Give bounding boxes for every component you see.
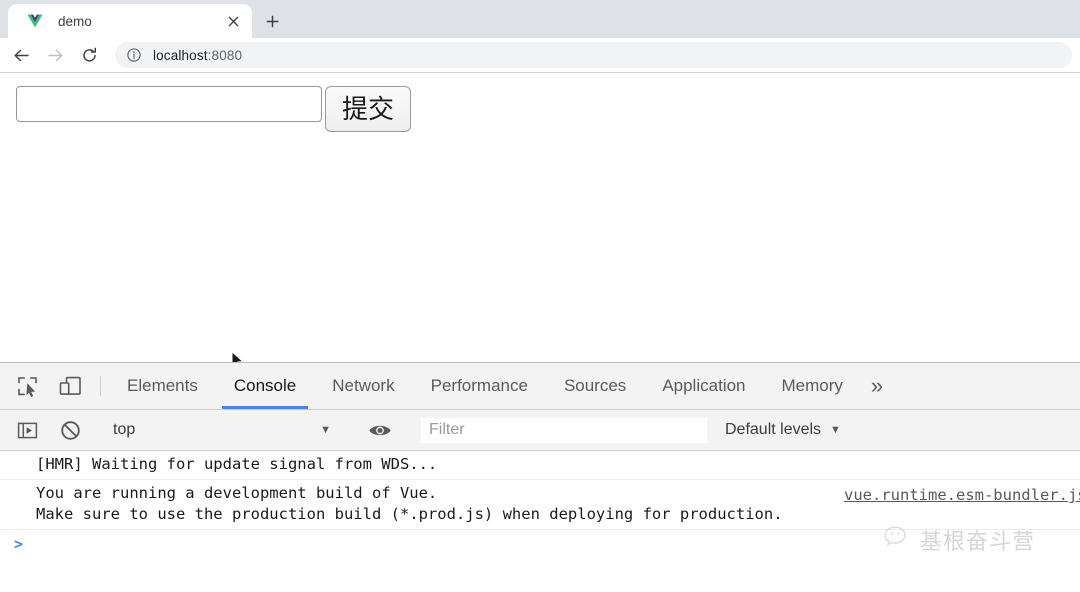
tab-strip: demo xyxy=(0,0,1080,38)
submit-button[interactable]: 提交 xyxy=(325,86,411,132)
prompt-caret-icon: > xyxy=(14,535,24,553)
console-prompt[interactable]: > xyxy=(0,530,1080,553)
address-bar[interactable]: localhost:8080 xyxy=(115,42,1072,68)
toolbar-divider xyxy=(100,376,101,396)
tab-label: Network xyxy=(332,376,395,395)
console-message-text: [HMR] Waiting for update signal from WDS… xyxy=(36,455,438,473)
device-toolbar-icon[interactable] xyxy=(48,363,92,409)
text-input[interactable] xyxy=(16,86,322,122)
tab-sources[interactable]: Sources xyxy=(546,363,644,409)
url-port: :8080 xyxy=(207,47,243,63)
tab-label: Memory xyxy=(781,376,843,395)
page-viewport: 提交 xyxy=(0,72,1080,370)
tab-label: Application xyxy=(662,376,746,395)
tab-label: Performance xyxy=(430,376,528,395)
execution-context-select[interactable]: top ▼ xyxy=(109,410,341,451)
tab-network[interactable]: Network xyxy=(314,363,412,409)
tab-application[interactable]: Application xyxy=(644,363,763,409)
tab-label: Sources xyxy=(563,376,627,395)
tab-elements[interactable]: Elements xyxy=(109,363,216,409)
console-message-row[interactable]: You are running a development build of V… xyxy=(0,480,1080,530)
demo-form: 提交 xyxy=(16,86,411,132)
url-host: localhost xyxy=(153,47,208,63)
live-expression-eye-icon[interactable] xyxy=(358,422,402,439)
chevron-down-icon: ▼ xyxy=(320,424,331,436)
tab-console[interactable]: Console xyxy=(216,363,314,409)
inspect-element-icon[interactable] xyxy=(6,363,48,409)
reload-icon[interactable] xyxy=(74,40,104,70)
log-levels-select[interactable]: Default levels ▼ xyxy=(725,421,841,439)
clear-console-icon[interactable] xyxy=(48,420,92,441)
console-messages: [HMR] Waiting for update signal from WDS… xyxy=(0,451,1080,553)
forward-icon[interactable] xyxy=(40,40,70,70)
devtools-panel: Elements Console Network Performance Sou… xyxy=(0,362,1080,592)
devtools-tabbar: Elements Console Network Performance Sou… xyxy=(0,363,1080,410)
tab-label: Elements xyxy=(127,376,198,395)
chevron-down-icon: ▼ xyxy=(830,424,841,436)
more-tabs-icon[interactable]: » xyxy=(863,363,891,409)
close-icon[interactable] xyxy=(222,10,244,32)
back-icon[interactable] xyxy=(6,40,36,70)
browser-tab-demo[interactable]: demo xyxy=(8,4,252,38)
browser-toolbar: localhost:8080 xyxy=(0,38,1080,72)
info-circle-icon[interactable] xyxy=(125,46,143,64)
console-message-row[interactable]: [HMR] Waiting for update signal from WDS… xyxy=(0,451,1080,480)
console-sidebar-icon[interactable] xyxy=(6,420,48,441)
vue-logo-icon xyxy=(26,12,44,30)
tab-memory[interactable]: Memory xyxy=(763,363,860,409)
browser-chrome: demo localhost:8080 xyxy=(0,0,1080,72)
tab-title: demo xyxy=(58,13,92,29)
tab-label: Console xyxy=(233,376,297,395)
tab-performance[interactable]: Performance xyxy=(413,363,546,409)
address-bar-url: localhost:8080 xyxy=(153,48,242,63)
filter-input[interactable] xyxy=(421,417,707,443)
console-source-link[interactable]: vue.runtime.esm-bundler.js xyxy=(844,485,1080,506)
console-toolbar: top ▼ Default levels ▼ xyxy=(0,410,1080,451)
new-tab-button[interactable] xyxy=(258,7,286,35)
log-levels-label: Default levels xyxy=(725,421,822,438)
execution-context-label: top xyxy=(113,421,136,438)
